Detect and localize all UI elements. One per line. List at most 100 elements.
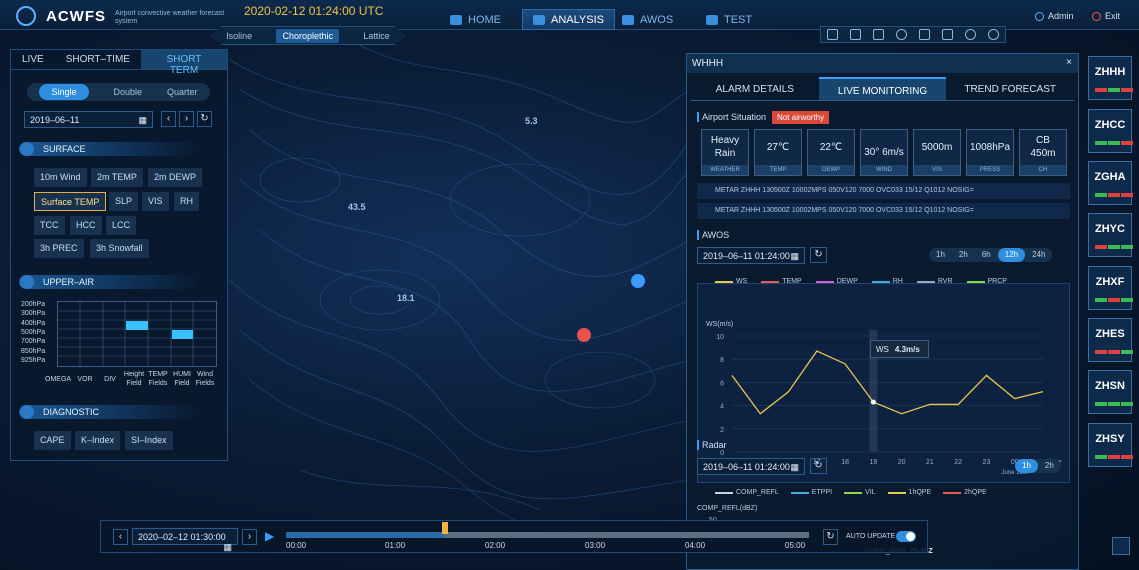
next-button[interactable]: › xyxy=(242,529,257,545)
legend-item[interactable]: TEMP xyxy=(761,278,802,285)
section-upper-air[interactable]: UPPER–AIR xyxy=(19,275,199,289)
legend-item[interactable]: RVR xyxy=(916,278,953,285)
globe-icon[interactable] xyxy=(896,29,907,40)
layer-cape[interactable]: CAPE xyxy=(34,431,71,450)
timeline-handle[interactable] xyxy=(442,522,448,534)
awos-date-picker[interactable]: 2019–06–11 01:24:00 ▦ xyxy=(697,247,805,264)
layer-k-index[interactable]: K–Index xyxy=(75,431,121,450)
legend-item[interactable]: DEWP xyxy=(815,278,858,285)
layer-rh[interactable]: RH xyxy=(174,192,199,211)
mode-double[interactable]: Double xyxy=(113,87,142,97)
close-icon[interactable]: × xyxy=(1066,57,1072,68)
time-tick: 00:00 xyxy=(286,541,307,550)
nav-awos[interactable]: AWOS xyxy=(612,9,683,30)
legend-item[interactable]: 1hQPE xyxy=(887,489,931,496)
legend-item[interactable]: COMP_REFL xyxy=(715,489,779,496)
legend-item[interactable]: WS xyxy=(715,278,747,285)
airport-card-zhhh[interactable]: ZHHH xyxy=(1088,56,1133,100)
layer-si-index[interactable]: SI–Index xyxy=(125,431,173,450)
tab-alarm-details[interactable]: ALARM DETAILS xyxy=(691,77,819,100)
mode-isoline[interactable]: Isoline xyxy=(220,29,258,43)
level-selector-grid[interactable] xyxy=(57,301,217,367)
layer-3h-prec[interactable]: 3h PREC xyxy=(34,239,84,258)
col-temp-fields[interactable]: TEMP Fields xyxy=(145,370,171,388)
nav-test[interactable]: TEST xyxy=(696,9,762,30)
range-1h[interactable]: 1h xyxy=(929,248,952,262)
layer-surface-temp[interactable]: Surface TEMP xyxy=(34,192,107,211)
section-diagnostic[interactable]: DIAGNOSTIC xyxy=(19,405,199,419)
legend-item[interactable]: VIL xyxy=(844,489,876,496)
doc-icon[interactable] xyxy=(850,29,861,40)
airport-card-zhcc[interactable]: ZHCC xyxy=(1088,109,1133,153)
search-icon xyxy=(20,405,34,419)
legend-item[interactable]: 2hQPE xyxy=(943,489,987,496)
layer-tcc[interactable]: TCC xyxy=(34,216,65,235)
airport-card-zhes[interactable]: ZHES xyxy=(1088,318,1133,362)
col-div[interactable]: DIV xyxy=(97,375,123,384)
range-1h[interactable]: 1h xyxy=(1015,459,1038,473)
nav-home[interactable]: HOME xyxy=(440,9,511,30)
range-2h[interactable]: 2h xyxy=(1038,459,1061,473)
exit-button[interactable]: Exit xyxy=(1092,11,1120,21)
mode-quarter[interactable]: Quarter xyxy=(167,87,198,97)
layer-lcc[interactable]: LCC xyxy=(106,216,137,235)
level-label: 200hPa xyxy=(21,301,46,308)
legend-item[interactable]: RH xyxy=(871,278,903,285)
tab-short-term[interactable]: SHORT TERM xyxy=(140,50,227,76)
layers-icon[interactable] xyxy=(1112,537,1130,555)
mode-choroplethic[interactable]: Choroplethic xyxy=(276,28,339,43)
layer-vis[interactable]: VIS xyxy=(142,192,169,211)
data-point-highlight xyxy=(870,399,876,405)
pan-icon[interactable] xyxy=(919,29,930,40)
tab-short-time[interactable]: SHORT–TIME xyxy=(55,50,141,69)
layer-hcc[interactable]: HCC xyxy=(70,216,102,235)
col-vor[interactable]: VOR xyxy=(72,375,98,384)
layer-2m-dewp[interactable]: 2m DEWP xyxy=(148,168,203,187)
prev-button[interactable]: ‹ xyxy=(113,529,128,545)
range-2h[interactable]: 2h xyxy=(952,248,975,262)
col-omega[interactable]: OMEGA xyxy=(45,375,71,384)
fullscreen-icon[interactable] xyxy=(942,29,953,40)
mode-single[interactable]: Single xyxy=(39,84,89,100)
prev-button[interactable]: ‹ xyxy=(161,111,176,127)
airport-card-zhxf[interactable]: ZHXF xyxy=(1088,266,1133,310)
airport-card-zhyc[interactable]: ZHYC xyxy=(1088,213,1133,257)
timeline-track[interactable] xyxy=(286,532,809,538)
layer-10m-wind[interactable]: 10m Wind xyxy=(34,168,87,187)
zoom-out-icon[interactable] xyxy=(988,29,999,40)
zoom-in-icon[interactable] xyxy=(965,29,976,40)
refresh-icon[interactable]: ↻ xyxy=(810,247,827,263)
range-24h[interactable]: 24h xyxy=(1025,248,1052,262)
legend-item[interactable]: PRCP xyxy=(966,278,1007,285)
tab-live[interactable]: LIVE xyxy=(11,50,55,69)
mode-lattice[interactable]: Lattice xyxy=(357,29,396,43)
legend-item[interactable]: ETPPI xyxy=(790,489,832,496)
airport-card-zhsy[interactable]: ZHSY xyxy=(1088,423,1133,467)
radar-date-picker[interactable]: 2019–06–11 01:24:00 ▦ xyxy=(697,458,805,475)
nav-analysis[interactable]: ANALYSIS xyxy=(522,9,615,30)
metric-weather: Heavy Rain WEATHER xyxy=(701,129,749,176)
layer-2m-temp[interactable]: 2m TEMP xyxy=(91,168,143,187)
range-12h[interactable]: 12h xyxy=(997,248,1026,262)
next-button[interactable]: › xyxy=(179,111,194,127)
save-icon[interactable] xyxy=(873,29,884,40)
refresh-icon[interactable]: ↻ xyxy=(823,529,838,545)
layer-3h-snowfall[interactable]: 3h Snowfall xyxy=(90,239,149,258)
section-surface[interactable]: SURFACE xyxy=(19,142,199,156)
refresh-icon[interactable]: ↻ xyxy=(197,111,212,127)
layer-slp[interactable]: SLP xyxy=(109,192,139,211)
timeline-date-picker[interactable]: 2020–02–12 01:30:00 ▦ xyxy=(132,528,238,552)
col-wind-fields[interactable]: Wind Fields xyxy=(192,370,218,388)
date-picker[interactable]: 2019–06–11 ▦ xyxy=(24,111,153,128)
play-icon[interactable]: ▶ xyxy=(265,529,274,543)
col-height-field[interactable]: Height Field xyxy=(121,370,147,388)
range-6h[interactable]: 6h xyxy=(975,248,998,262)
layers-icon[interactable] xyxy=(827,29,838,40)
auto-update-toggle[interactable] xyxy=(896,531,916,542)
airport-card-zhsn[interactable]: ZHSN xyxy=(1088,370,1133,414)
refresh-icon[interactable]: ↻ xyxy=(810,458,827,474)
tab-live-monitoring[interactable]: LIVE MONITORING xyxy=(818,77,947,100)
airport-card-zgha[interactable]: ZGHA xyxy=(1088,161,1133,205)
admin-button[interactable]: Admin xyxy=(1035,11,1074,21)
tab-trend-forecast[interactable]: TREND FORECAST xyxy=(946,77,1074,100)
